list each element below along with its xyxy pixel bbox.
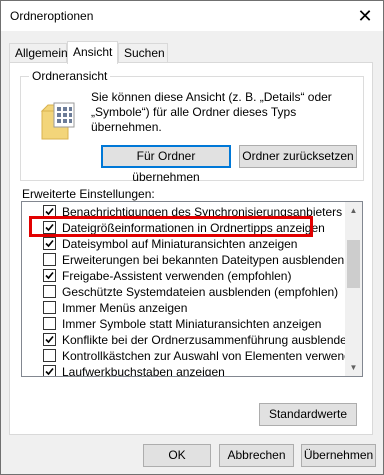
advanced-settings-list[interactable]: Benachrichtigungen des Synchronisierungs…: [21, 201, 363, 377]
checkbox-checked-icon[interactable]: [43, 237, 56, 250]
checkbox-checked-icon[interactable]: [43, 333, 56, 346]
advanced-settings-label: Erweiterte Einstellungen:: [22, 187, 155, 201]
advanced-settings-items: Benachrichtigungen des Synchronisierungs…: [22, 202, 346, 376]
checkbox-unchecked-icon[interactable]: [43, 301, 56, 314]
setting-label: Geschützte Systemdateien ausblenden (emp…: [62, 285, 339, 299]
apply-to-folders-button[interactable]: Für Ordner übernehmen: [101, 145, 231, 184]
tab-ansicht[interactable]: Ansicht: [67, 41, 118, 64]
checkbox-unchecked-icon[interactable]: [43, 317, 56, 330]
restore-defaults-button[interactable]: Standardwerte: [259, 403, 357, 426]
checkbox-checked-icon[interactable]: [43, 365, 56, 376]
scroll-up-icon[interactable]: ▲: [345, 202, 362, 219]
window-title: Ordneroptionen: [10, 9, 94, 23]
setting-label: Dateigrößeinformationen in Ordnertipps a…: [62, 221, 325, 235]
apply-button[interactable]: Übernehmen: [301, 444, 376, 467]
tab-suchen[interactable]: Suchen: [118, 43, 168, 62]
setting-label: Immer Menüs anzeigen: [62, 301, 188, 315]
setting-label: Konflikte bei der Ordnerzusammenführung …: [62, 333, 346, 347]
folder-icon: [40, 102, 75, 140]
tab-allgemein[interactable]: Allgemein: [9, 43, 68, 62]
setting-label: Laufwerkbuchstaben anzeigen: [62, 365, 225, 376]
setting-label: Erweiterungen bei bekannten Dateitypen a…: [62, 253, 345, 267]
cancel-button[interactable]: Abbrechen: [219, 444, 294, 467]
setting-label: Dateisymbol auf Miniaturansichten anzeig…: [62, 237, 298, 251]
close-icon[interactable]: ✕: [347, 1, 383, 31]
title-bar[interactable]: Ordneroptionen ✕: [1, 1, 383, 31]
checkbox-checked-icon[interactable]: [43, 221, 56, 234]
checkbox-checked-icon[interactable]: [43, 269, 56, 282]
checkbox-checked-icon[interactable]: [43, 205, 56, 218]
setting-label: Benachrichtigungen des Synchronisierungs…: [62, 205, 346, 219]
folder-view-description: Sie können diese Ansicht (z. B. „Details…: [91, 90, 332, 134]
list-scrollbar[interactable]: ▲ ▼: [345, 202, 362, 376]
ok-button[interactable]: OK: [143, 444, 211, 467]
folder-view-group: Ordneransicht Sie können diese Ansicht (…: [20, 69, 364, 184]
checkbox-unchecked-icon[interactable]: [43, 349, 56, 362]
folder-options-dialog: Ordneroptionen ✕ Allgemein Ansicht Suche…: [0, 0, 384, 475]
view-tab-panel: Ordneransicht Sie können diese Ansicht (…: [9, 62, 373, 435]
scroll-down-icon[interactable]: ▼: [345, 359, 362, 376]
setting-label: Freigabe-Assistent verwenden (empfohlen): [62, 269, 292, 283]
reset-folders-button[interactable]: Ordner zurücksetzen: [239, 145, 357, 168]
checkbox-unchecked-icon[interactable]: [43, 253, 56, 266]
checkbox-unchecked-icon[interactable]: [43, 285, 56, 298]
setting-label: Kontrollkästchen zur Auswahl von Element…: [62, 349, 346, 363]
setting-label: Immer Symbole statt Miniaturansichten an…: [62, 317, 322, 331]
scrollbar-thumb[interactable]: [347, 240, 360, 288]
folder-view-group-label: Ordneransicht: [29, 69, 111, 83]
